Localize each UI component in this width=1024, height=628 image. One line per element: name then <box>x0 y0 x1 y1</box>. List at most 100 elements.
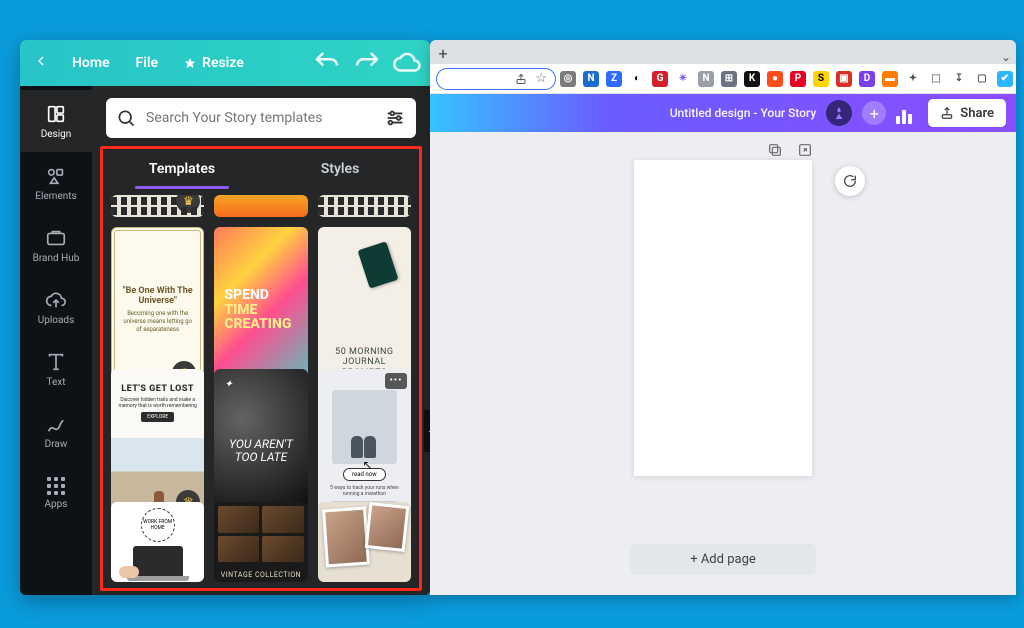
extension-icon[interactable]: ▬ <box>882 71 898 87</box>
document-title[interactable]: Untitled design - Your Story <box>670 106 817 120</box>
left-icon-rail: Design Elements Brand Hub Uploads Text <box>20 86 92 595</box>
rail-apps-label: Apps <box>45 499 68 510</box>
share-page-icon[interactable] <box>515 73 527 85</box>
highlighted-region: Templates Styles ♛ "Be One With The Univ… <box>100 146 422 591</box>
add-page-button[interactable]: + Add page <box>630 544 816 575</box>
new-tab-button[interactable]: + <box>432 42 454 64</box>
cursor-icon: ↖ <box>362 458 372 472</box>
browser-tabstrip: + ⌄ <box>430 40 1016 64</box>
card-badge: WORK FROM HOME <box>141 508 175 542</box>
laptop-icon <box>133 546 183 576</box>
template-search[interactable] <box>106 98 416 138</box>
book-icon <box>358 241 399 288</box>
template-card[interactable] <box>318 502 411 582</box>
extension-icon[interactable]: K <box>744 71 760 87</box>
extension-icon[interactable]: S <box>813 71 829 87</box>
rail-elements[interactable]: Elements <box>20 152 92 214</box>
extension-icon[interactable]: N <box>583 71 599 87</box>
template-card[interactable] <box>318 195 411 217</box>
card-subtitle: Discover hidden trails and make a memory… <box>111 397 204 409</box>
extension-icon[interactable]: ✴ <box>675 71 691 87</box>
template-card[interactable]: WORK FROM HOME <box>111 502 204 582</box>
extension-icon[interactable]: Z <box>606 71 622 87</box>
rail-apps[interactable]: Apps <box>20 462 92 524</box>
menu-home[interactable]: Home <box>64 51 118 75</box>
apps-icon <box>47 477 65 495</box>
card-title: "Be One With The Universe" <box>121 286 194 306</box>
template-card[interactable]: VINTAGE COLLECTION <box>214 502 307 582</box>
duplicate-page-icon[interactable] <box>767 142 783 158</box>
extension-icon[interactable]: G <box>652 71 668 87</box>
extension-icon[interactable]: ◐ <box>629 71 645 87</box>
redo-button[interactable] <box>352 48 382 78</box>
rail-text[interactable]: Text <box>20 338 92 400</box>
insights-button[interactable] <box>896 102 918 124</box>
tab-templates[interactable]: Templates <box>103 149 261 189</box>
rail-text-label: Text <box>46 377 65 388</box>
canvas-area[interactable]: + Add page <box>430 132 1016 595</box>
share-label: Share <box>960 106 994 121</box>
browser-window: + ⌄ ☆ ◎NZ◐G✴N⊞K●PS▣D▬✦⬚↧▢✔ ⋮ Untitled de… <box>430 40 1016 595</box>
rail-brand-hub-label: Brand Hub <box>33 253 80 264</box>
extension-icon[interactable]: ✔ <box>997 71 1013 87</box>
extension-icon[interactable]: N <box>698 71 714 87</box>
card-subtitle: 5 ways to track your runs when running a… <box>324 485 405 497</box>
extension-icon[interactable]: ⬚ <box>928 71 944 87</box>
editor-header: Untitled design - Your Story + Share <box>430 94 1016 132</box>
omnibox[interactable]: ☆ <box>436 68 556 90</box>
extension-icon[interactable]: ↧ <box>951 71 967 87</box>
card-title: VINTAGE COLLECTION <box>221 571 301 579</box>
rail-design-label: Design <box>41 129 72 140</box>
panel-tabs: Templates Styles <box>103 149 419 189</box>
add-collaborator-button[interactable]: + <box>862 101 886 125</box>
regenerate-button[interactable] <box>835 166 865 196</box>
menu-file[interactable]: File <box>128 51 167 75</box>
star-icon[interactable]: ☆ <box>535 71 547 86</box>
artboard[interactable] <box>634 160 812 476</box>
templates-panel: Templates Styles ♛ "Be One With The Univ… <box>92 86 430 595</box>
app-top-bar: Home File Resize <box>20 40 430 86</box>
extension-icon[interactable]: ▢ <box>974 71 990 87</box>
extension-icon[interactable]: ◎ <box>560 71 576 87</box>
undo-button[interactable] <box>312 48 342 78</box>
rail-draw[interactable]: Draw <box>20 400 92 462</box>
rail-draw-label: Draw <box>45 439 68 450</box>
card-line: SPEND <box>224 288 269 303</box>
canva-page: Untitled design - Your Story + Share <box>430 94 1016 595</box>
menu-resize[interactable]: Resize <box>176 51 252 75</box>
more-icon[interactable]: ••• <box>385 373 407 389</box>
template-card[interactable]: ♛ <box>111 195 204 217</box>
extension-icon[interactable]: D <box>859 71 875 87</box>
back-button[interactable] <box>28 53 54 74</box>
template-grid: ♛ "Be One With The Universe" Becoming on… <box>103 189 419 588</box>
card-title: LET'S GET LOST <box>121 384 194 394</box>
template-card[interactable] <box>214 195 307 217</box>
rail-brand-hub[interactable]: Brand Hub <box>20 214 92 276</box>
open-page-icon[interactable] <box>797 142 813 158</box>
tabs-overflow-button[interactable]: ⌄ <box>996 50 1016 64</box>
rail-uploads-label: Uploads <box>38 315 74 326</box>
browser-toolbar: ☆ ◎NZ◐G✴N⊞K●PS▣D▬✦⬚↧▢✔ ⋮ <box>430 64 1016 94</box>
extension-icon[interactable]: ✦ <box>905 71 921 87</box>
crown-badge-icon: ♛ <box>176 195 200 213</box>
user-avatar[interactable] <box>826 100 852 126</box>
card-line: CREATING <box>224 317 291 332</box>
extension-icon[interactable]: ● <box>767 71 783 87</box>
rail-elements-label: Elements <box>35 191 76 202</box>
upload-icon <box>940 106 954 120</box>
extension-icon[interactable]: P <box>790 71 806 87</box>
share-button[interactable]: Share <box>928 99 1006 127</box>
search-input[interactable] <box>146 110 374 126</box>
card-subtitle: Becoming one with the universe means let… <box>121 310 194 333</box>
tab-styles[interactable]: Styles <box>261 149 419 189</box>
rail-uploads[interactable]: Uploads <box>20 276 92 338</box>
hand-icon <box>119 566 139 578</box>
rail-design[interactable]: Design <box>20 90 92 152</box>
canva-side-app: Home File Resize Design Elements <box>20 40 430 595</box>
filter-icon[interactable] <box>384 107 406 129</box>
extension-icon[interactable]: ⊞ <box>721 71 737 87</box>
menu-resize-label: Resize <box>202 55 244 71</box>
extension-icon[interactable]: ▣ <box>836 71 852 87</box>
cloud-sync-icon[interactable] <box>392 48 422 78</box>
search-icon <box>116 108 136 128</box>
